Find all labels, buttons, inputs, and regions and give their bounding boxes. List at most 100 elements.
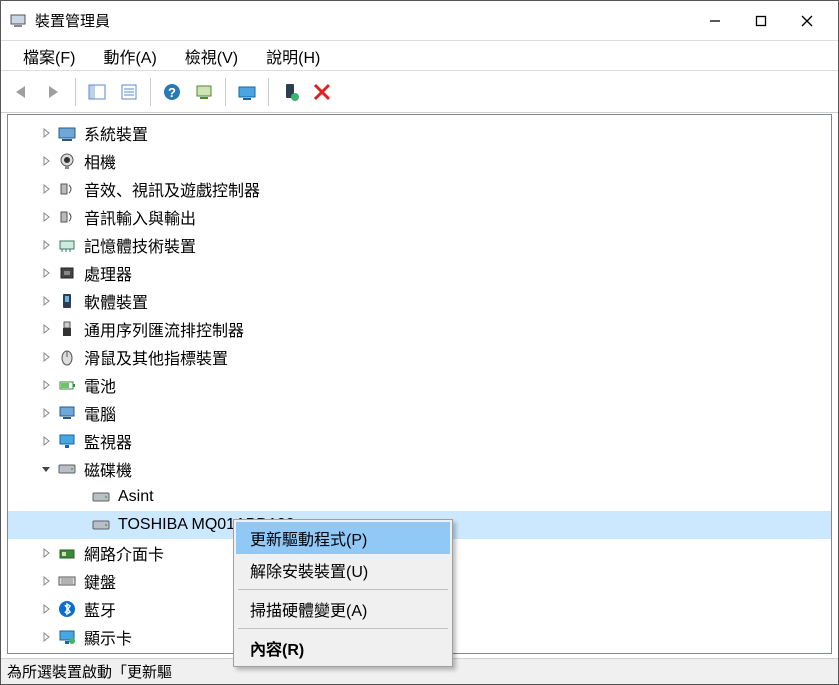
tree-node[interactable]: 電池 [8, 371, 831, 399]
menu-action[interactable]: 動作(A) [89, 40, 170, 72]
ctx-update-driver[interactable]: 更新驅動程式(P) [236, 522, 450, 554]
menu-help[interactable]: 說明(H) [252, 40, 334, 72]
chevron-right-icon[interactable] [38, 629, 54, 645]
audio-icon [56, 179, 78, 199]
chevron-right-icon[interactable] [38, 321, 54, 337]
disk-icon [90, 515, 112, 535]
svg-text:?: ? [168, 85, 176, 100]
chevron-down-icon[interactable] [38, 461, 54, 477]
minimize-button[interactable] [692, 1, 738, 41]
status-text: 為所選裝置啟動「更新驅 [7, 661, 172, 682]
chevron-right-icon[interactable] [38, 181, 54, 197]
tree-node-label: 顯示卡 [84, 625, 132, 649]
tree-node[interactable]: 音訊輸入與輸出 [8, 203, 831, 231]
chevron-right-icon[interactable] [38, 405, 54, 421]
tree-node-label: 網路介面卡 [84, 541, 164, 565]
tree-node[interactable]: 處理器 [8, 259, 831, 287]
tree-node[interactable]: 滑鼠及其他指標裝置 [8, 343, 831, 371]
tree-node-label: 電池 [84, 373, 116, 397]
enable-device-button[interactable] [275, 77, 305, 107]
toolbar-separator [150, 78, 151, 106]
context-menu: 更新驅動程式(P) 解除安裝裝置(U) 掃描硬體變更(A) 內容(R) [233, 519, 453, 667]
tree-node-label: 通用序列匯流排控制器 [84, 317, 244, 341]
ctx-uninstall[interactable]: 解除安裝裝置(U) [236, 554, 450, 586]
ctx-properties[interactable]: 內容(R) [236, 632, 450, 664]
tree-node[interactable]: 通用序列匯流排控制器 [8, 315, 831, 343]
show-hide-tree-button[interactable] [82, 77, 112, 107]
keyboard-icon [56, 571, 78, 591]
usb-icon [56, 319, 78, 339]
display-icon [56, 627, 78, 647]
disk-icon [56, 459, 78, 479]
tree-node-label: 監視器 [84, 429, 132, 453]
system-icon [56, 123, 78, 143]
maximize-button[interactable] [738, 1, 784, 41]
tree-node-label: Asint [118, 488, 154, 506]
chevron-right-icon[interactable] [38, 125, 54, 141]
chevron-right-icon[interactable] [38, 237, 54, 253]
software-icon [56, 291, 78, 311]
expander-none [72, 517, 88, 533]
tree-node-label: 鍵盤 [84, 569, 116, 593]
tree-node-label: 記憶體技術裝置 [84, 233, 196, 257]
chevron-right-icon[interactable] [38, 433, 54, 449]
bluetooth-icon [56, 599, 78, 619]
tree-node[interactable]: Asint [8, 483, 831, 511]
tree-node[interactable]: 記憶體技術裝置 [8, 231, 831, 259]
tree-node-label: 音效、視訊及遊戲控制器 [84, 177, 260, 201]
window-title: 裝置管理員 [35, 10, 692, 31]
tree-node[interactable]: 軟體裝置 [8, 287, 831, 315]
properties-button[interactable] [114, 77, 144, 107]
close-button[interactable] [784, 1, 830, 41]
tree-node[interactable]: 音效、視訊及遊戲控制器 [8, 175, 831, 203]
chevron-right-icon[interactable] [38, 209, 54, 225]
menu-view[interactable]: 檢視(V) [171, 40, 252, 72]
app-icon [9, 12, 27, 30]
mouse-icon [56, 347, 78, 367]
computer-icon [56, 403, 78, 423]
toolbar-separator [225, 78, 226, 106]
ctx-separator [238, 589, 448, 590]
help-button[interactable]: ? [157, 77, 187, 107]
tree-node[interactable]: 電腦 [8, 399, 831, 427]
chevron-right-icon[interactable] [38, 377, 54, 393]
expander-none [72, 489, 88, 505]
update-driver-button[interactable] [232, 77, 262, 107]
cpu-icon [56, 263, 78, 283]
tree-node-label: 處理器 [84, 261, 132, 285]
chevron-right-icon[interactable] [38, 153, 54, 169]
chevron-right-icon[interactable] [38, 601, 54, 617]
tree-node-label: 滑鼠及其他指標裝置 [84, 345, 228, 369]
audio-icon [56, 207, 78, 227]
chevron-right-icon[interactable] [38, 265, 54, 281]
ctx-scan-hw[interactable]: 掃描硬體變更(A) [236, 593, 450, 625]
menu-file[interactable]: 檔案(F) [9, 40, 89, 72]
scan-hardware-button[interactable] [189, 77, 219, 107]
chevron-right-icon[interactable] [38, 573, 54, 589]
tree-node[interactable]: 相機 [8, 147, 831, 175]
memory-icon [56, 235, 78, 255]
tree-node-label: 軟體裝置 [84, 289, 148, 313]
title-bar: 裝置管理員 [1, 1, 838, 41]
tree-node-label: 藍牙 [84, 597, 116, 621]
ctx-separator [238, 628, 448, 629]
battery-icon [56, 375, 78, 395]
chevron-right-icon[interactable] [38, 293, 54, 309]
chevron-right-icon[interactable] [38, 349, 54, 365]
chevron-right-icon[interactable] [38, 545, 54, 561]
tree-node[interactable]: 監視器 [8, 427, 831, 455]
uninstall-button[interactable] [307, 77, 337, 107]
tree-node-label: 磁碟機 [84, 457, 132, 481]
toolbar-separator [268, 78, 269, 106]
toolbar-separator [75, 78, 76, 106]
menu-bar: 檔案(F) 動作(A) 檢視(V) 說明(H) [1, 41, 838, 71]
network-icon [56, 543, 78, 563]
tree-node[interactable]: 磁碟機 [8, 455, 831, 483]
tree-node-label: 相機 [84, 149, 116, 173]
monitor-icon [56, 431, 78, 451]
back-button[interactable] [7, 77, 37, 107]
tree-node[interactable]: 系統裝置 [8, 119, 831, 147]
forward-button[interactable] [39, 77, 69, 107]
toolbar: ? [1, 71, 838, 113]
tree-node-label: 系統裝置 [84, 121, 148, 145]
